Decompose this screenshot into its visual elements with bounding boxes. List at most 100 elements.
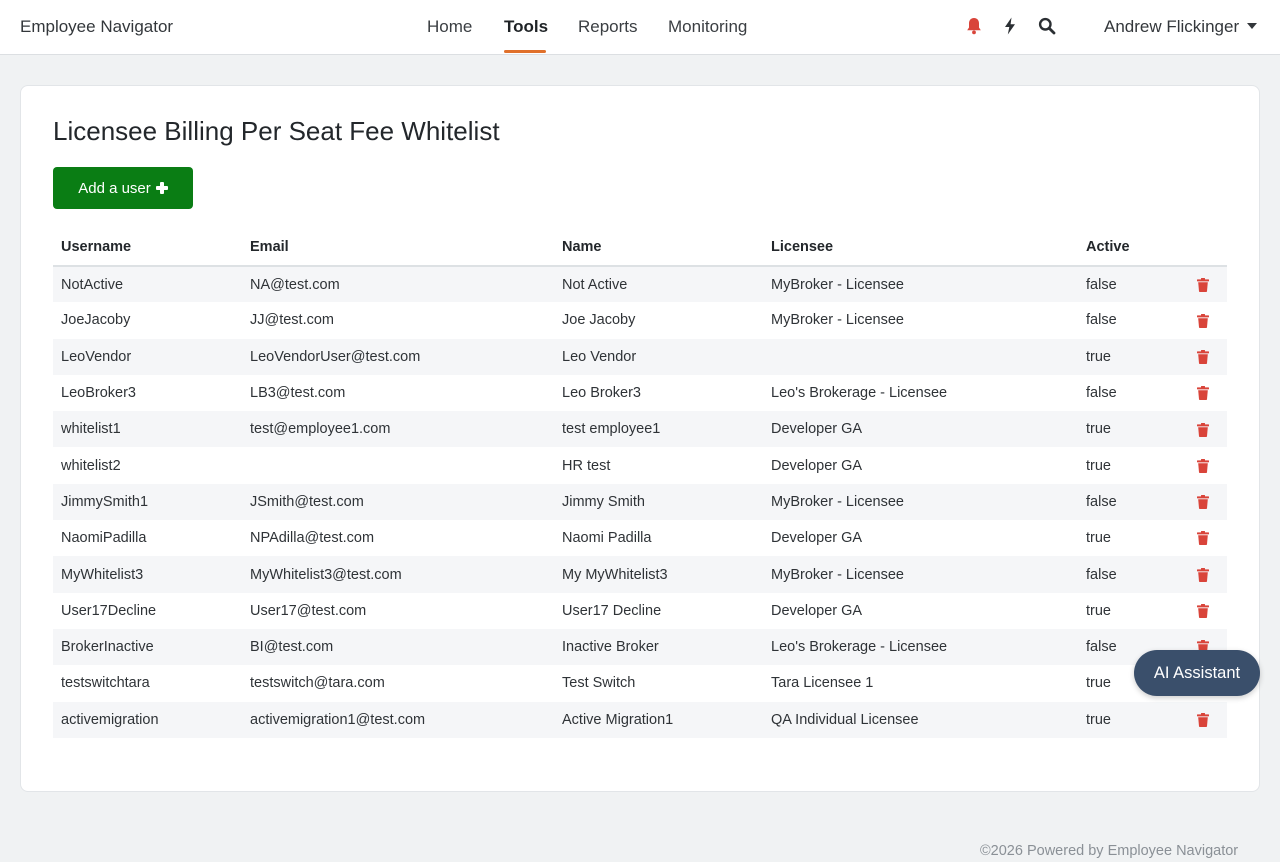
trash-icon[interactable] (1196, 531, 1209, 546)
column-header-email[interactable]: Email (242, 229, 554, 267)
trash-icon[interactable] (1196, 422, 1209, 437)
email-cell: NPAdilla@test.com (250, 530, 375, 547)
trash-icon[interactable] (1196, 495, 1209, 510)
username-cell: JoeJacoby (61, 312, 131, 329)
active-cell: true (1086, 602, 1111, 619)
column-header-active[interactable]: Active (1078, 229, 1178, 267)
row-actions-cell (1178, 411, 1227, 448)
table-row: User17Decline User17@test.com User17 Decli… (53, 593, 1227, 629)
trash-icon[interactable] (1196, 277, 1209, 292)
email-cell: User17@test.com (250, 602, 367, 619)
bell-icon[interactable] (964, 16, 984, 36)
email-cell: testswitch@tara.com (250, 675, 385, 692)
email-cell: test@employee1.com (242, 411, 554, 448)
search-icon[interactable] (1037, 16, 1057, 36)
add-user-label: Add a user (78, 179, 151, 197)
name-cell: Inactive Broker (554, 628, 763, 666)
table-header-row: Username Email Name Licensee Active (53, 229, 1227, 267)
username-cell: activemigration (53, 701, 242, 738)
email-cell: BI@test.com (242, 628, 554, 666)
user-name: Andrew Flickinger (1104, 17, 1240, 36)
column-header-name[interactable]: Name (554, 229, 763, 267)
tab-home[interactable]: Home (427, 17, 472, 37)
username-cell: whitelist1 (53, 411, 242, 448)
email-cell: activemigration1@test.com (242, 701, 554, 738)
licensee-cell: MyBroker - Licensee (771, 312, 904, 329)
trash-icon[interactable] (1196, 712, 1209, 727)
tab-tools[interactable]: Tools (504, 17, 548, 37)
active-cell: true (1078, 411, 1178, 448)
trash-icon[interactable] (1196, 386, 1209, 401)
active-cell: false (1086, 385, 1117, 402)
name-cell: Joe Jacoby (562, 312, 636, 329)
licensee-cell: MyBroker - Licensee (763, 266, 1078, 303)
user-menu[interactable]: Andrew Flickinger (1104, 17, 1258, 37)
licensee-cell: Leo's Brokerage - Licensee (763, 628, 1078, 666)
username-cell: User17Decline (61, 602, 157, 619)
name-cell: Jimmy Smith (554, 483, 763, 521)
plus-icon (155, 182, 168, 194)
row-actions-cell (1178, 520, 1227, 556)
row-actions-cell (1178, 447, 1227, 483)
username-cell: LeoVendor (53, 338, 242, 375)
trash-icon[interactable] (1196, 603, 1209, 618)
table-row: JimmySmith1 JSmith@test.com Jimmy Smith MyB… (53, 483, 1227, 521)
username-cell: whitelist2 (61, 457, 121, 474)
name-cell: test employee1 (554, 411, 763, 448)
username-cell: MyWhitelist3 (53, 556, 242, 593)
email-cell: JSmith@test.com (242, 483, 554, 521)
licensee-cell: MyBroker - Licensee (763, 483, 1078, 521)
tab-monitoring[interactable]: Monitoring (668, 17, 747, 37)
table-row: LeoVendor LeoVendorUser@test.com Leo Vendo… (53, 338, 1227, 375)
active-cell: true (1086, 457, 1111, 474)
active-cell: false (1078, 483, 1178, 521)
licensee-cell: Tara Licensee 1 (771, 675, 874, 692)
email-cell: LB3@test.com (250, 385, 346, 402)
username-cell: BrokerInactive (53, 628, 242, 666)
licensee-cell: Developer GA (771, 530, 863, 547)
licensee-cell: Developer GA (763, 411, 1078, 448)
trash-icon[interactable] (1196, 567, 1209, 582)
active-cell: false (1078, 266, 1178, 303)
whitelist-card: Licensee Billing Per Seat Fee Whitelist … (20, 85, 1260, 792)
name-cell: Test Switch (562, 675, 636, 692)
add-user-button[interactable]: Add a user (53, 167, 193, 209)
licensee-cell: Developer GA (771, 457, 863, 474)
email-cell: JJ@test.com (250, 312, 335, 329)
name-cell: HR test (562, 457, 611, 474)
tab-reports[interactable]: Reports (578, 17, 638, 37)
username-cell: NotActive (53, 266, 242, 303)
username-cell: LeoBroker3 (61, 385, 136, 402)
username-cell: testswitchtara (61, 675, 150, 692)
row-actions-cell (1178, 338, 1227, 375)
row-actions-cell (1178, 556, 1227, 593)
table-row: MyWhitelist3 MyWhitelist3@test.com My MyWh… (53, 556, 1227, 593)
table-row: NaomiPadilla NPAdilla@test.com Naomi Padil… (53, 520, 1227, 556)
row-actions-cell (1178, 375, 1227, 411)
whitelist-table: Username Email Name Licensee Active NotA… (53, 229, 1227, 738)
licensee-cell: Leo's Brokerage - Licensee (771, 385, 948, 402)
ai-assistant-button[interactable]: AI Assistant (1134, 650, 1260, 696)
active-cell: false (1086, 312, 1117, 329)
column-header-actions (1178, 229, 1227, 267)
email-cell (242, 447, 554, 483)
table-row: BrokerInactive BI@test.com Inactive Broker… (53, 628, 1227, 666)
username-cell: JimmySmith1 (53, 483, 242, 521)
table-row: JoeJacoby JJ@test.com Joe Jacoby MyBroker -… (53, 302, 1227, 338)
trash-icon[interactable] (1196, 458, 1209, 473)
row-actions-cell (1178, 701, 1227, 738)
table-row: testswitchtara testswitch@tara.com Test Sw… (53, 665, 1227, 701)
table-row: whitelist2 HR test Developer GA true (53, 447, 1227, 483)
name-cell: Leo Broker3 (562, 385, 641, 402)
table-row: activemigration activemigration1@test.com… (53, 701, 1227, 738)
column-header-username[interactable]: Username (53, 229, 242, 267)
name-cell: Naomi Padilla (562, 530, 652, 547)
column-header-licensee[interactable]: Licensee (763, 229, 1078, 267)
brand-name[interactable]: Employee Navigator (20, 17, 173, 37)
trash-icon[interactable] (1196, 349, 1209, 364)
bolt-icon[interactable] (1000, 16, 1020, 36)
trash-icon[interactable] (1196, 313, 1209, 328)
name-cell: Active Migration1 (554, 701, 763, 738)
row-actions-cell (1178, 483, 1227, 521)
name-cell: Not Active (554, 266, 763, 303)
